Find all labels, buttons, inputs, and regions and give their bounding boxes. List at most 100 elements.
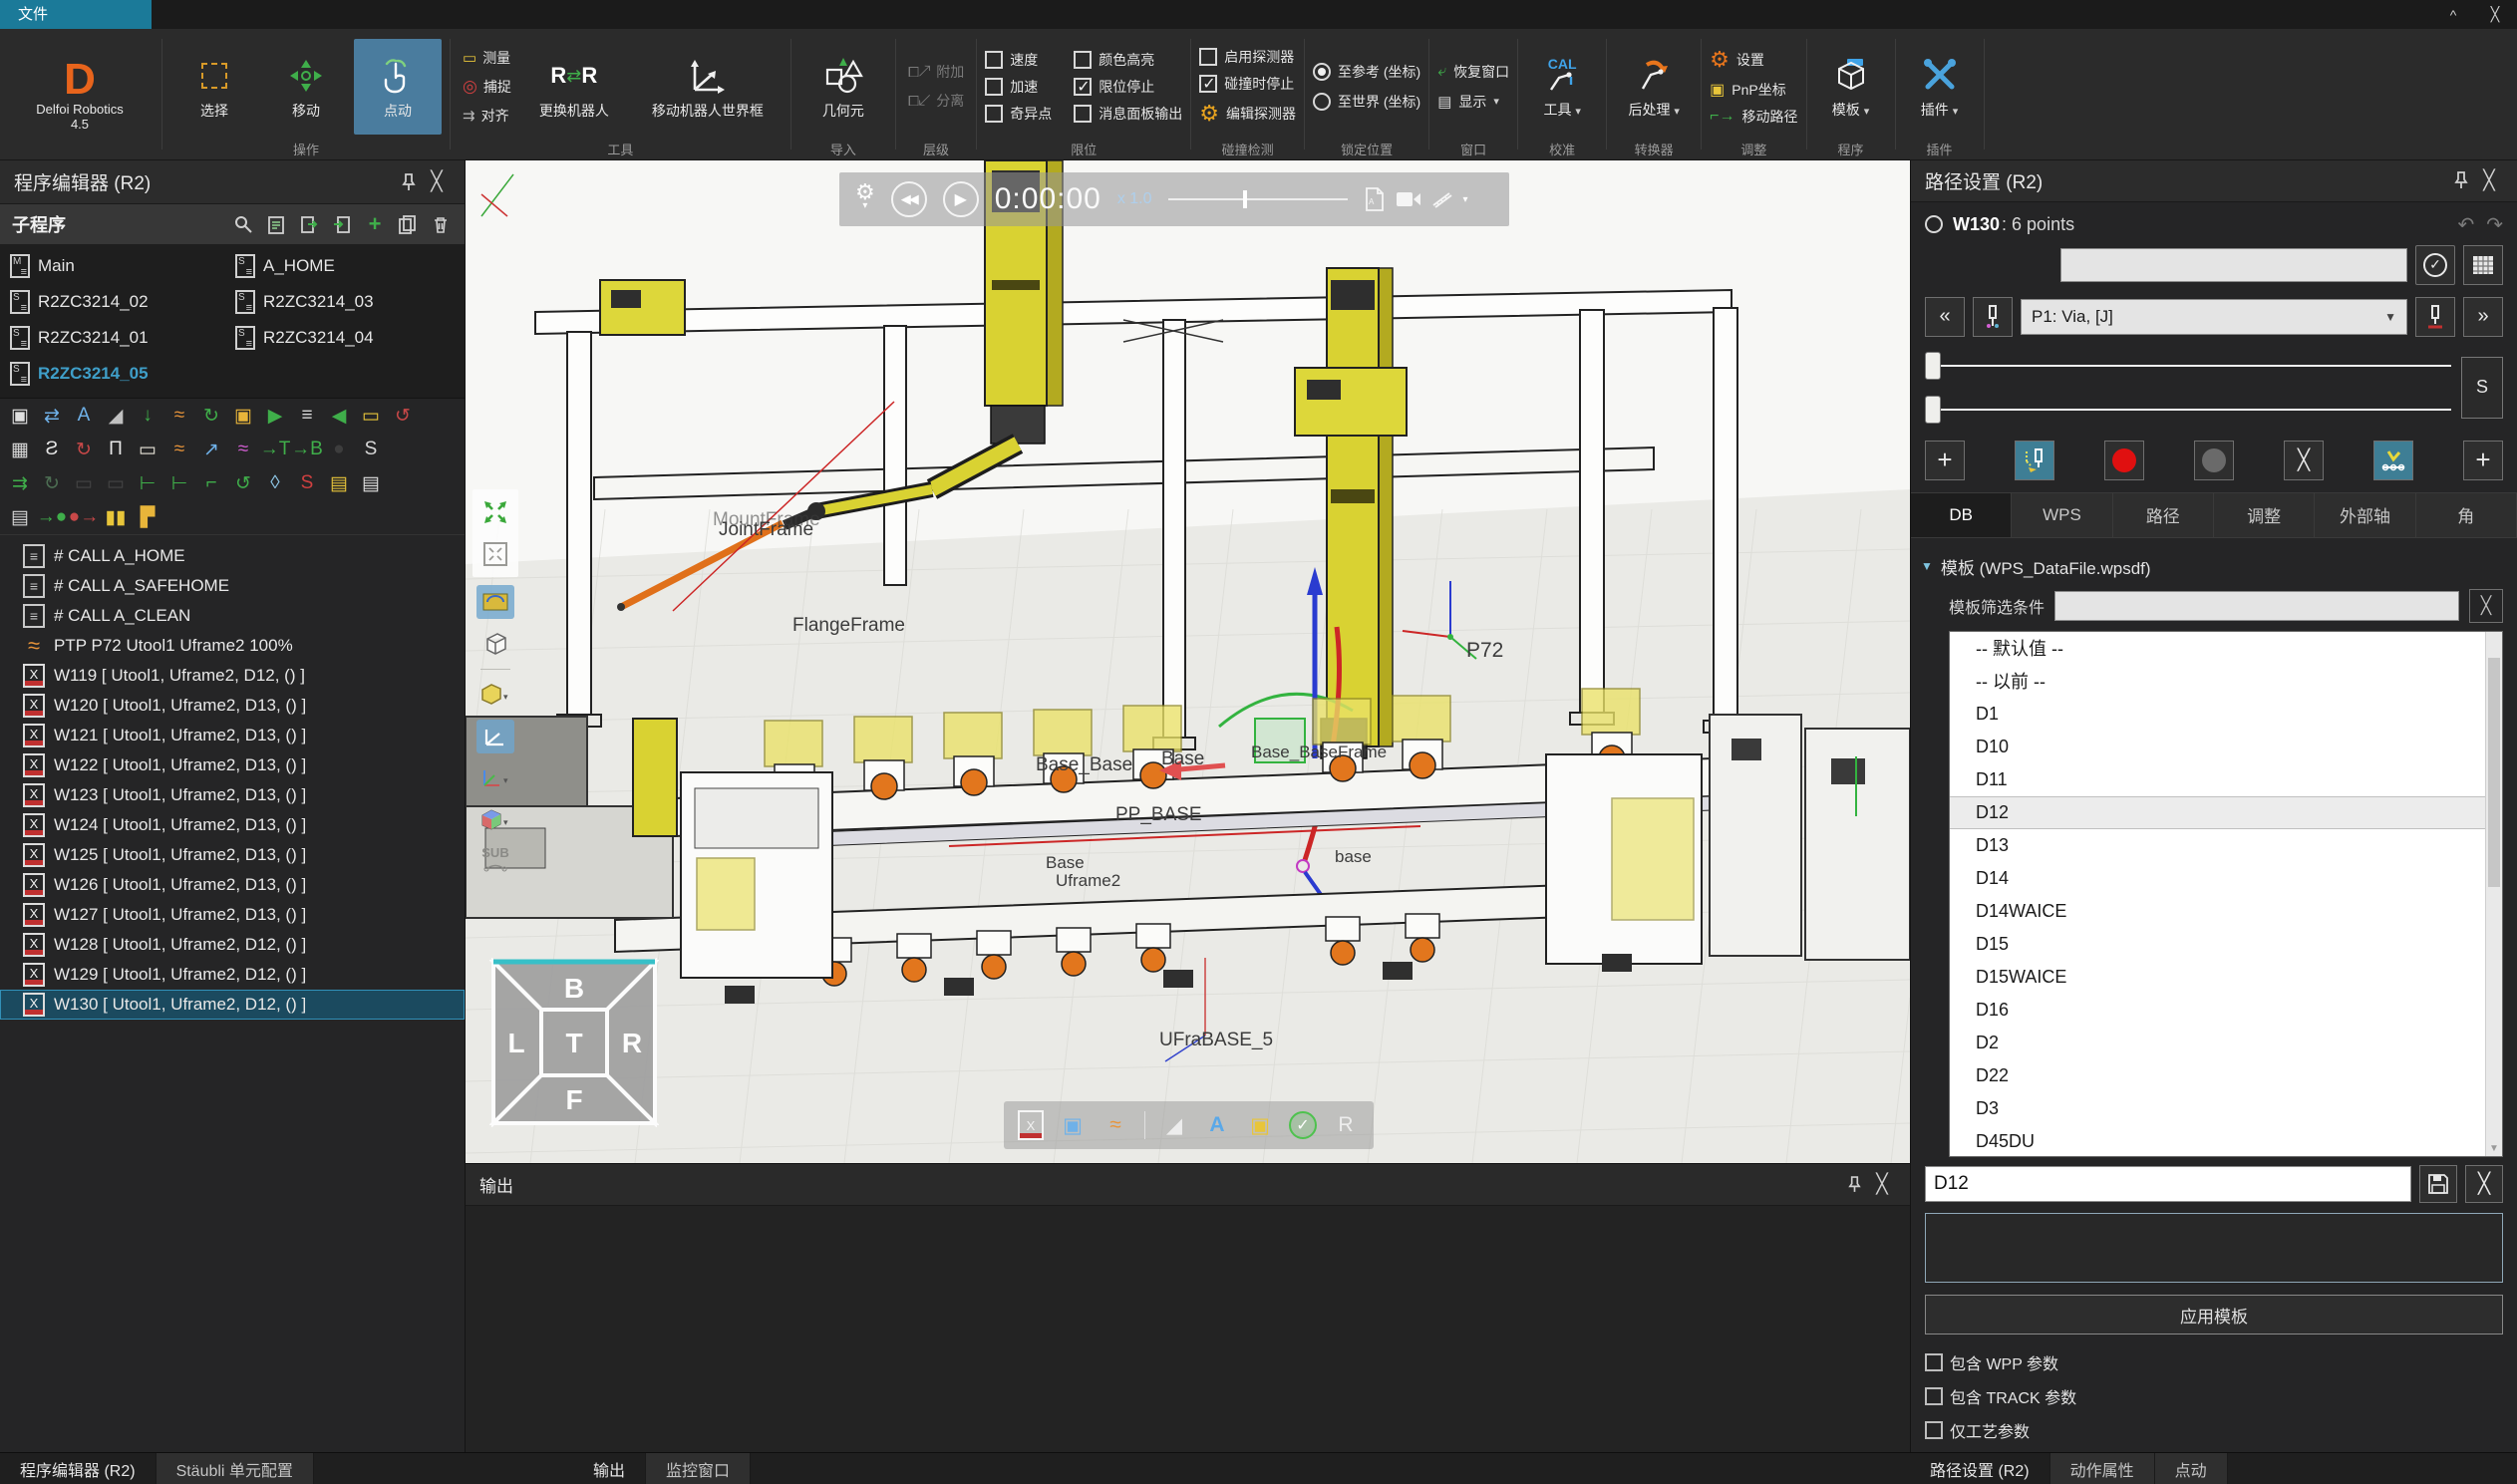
weld-gun-seam-button[interactable] xyxy=(2415,297,2455,337)
play-program-icon[interactable]: ▶ xyxy=(261,403,289,429)
verify-orientation-icon[interactable]: ↺ xyxy=(389,403,417,429)
ptp-move-icon[interactable]: ≈ xyxy=(229,437,257,462)
export-pdf-icon[interactable]: A xyxy=(1364,187,1386,211)
insert-path-icon[interactable]: ≈ xyxy=(165,403,193,429)
statement-w123[interactable]: W123 [ Utool1, Uframe2, D13, () ] xyxy=(0,780,465,810)
template-list-item[interactable]: D10 xyxy=(1950,731,2485,763)
section-collapse-icon[interactable]: ▼ xyxy=(1921,559,1933,573)
statement-w125[interactable]: W125 [ Utool1, Uframe2, D13, () ] xyxy=(0,840,465,870)
path-range-slider[interactable] xyxy=(1925,395,2451,425)
frames-tool[interactable]: ▣ xyxy=(1246,1110,1274,1140)
program-settings-icon[interactable]: ≡ xyxy=(293,403,321,429)
save-template-button[interactable] xyxy=(2419,1165,2457,1203)
linear-move-icon[interactable]: ↗ xyxy=(197,437,225,462)
find-statement-icon[interactable]: ▣ xyxy=(6,403,34,429)
pnp-coords-button[interactable]: ▣PnP坐标 xyxy=(1710,80,1797,100)
limit-message-output[interactable]: 消息面板输出 xyxy=(1074,104,1182,124)
statement-w128[interactable]: W128 [ Utool1, Uframe2, D12, () ] xyxy=(0,930,465,960)
collision-stop[interactable]: 碰撞时停止 xyxy=(1199,74,1296,94)
speed-slider[interactable] xyxy=(1168,189,1348,209)
template-list-item[interactable]: D14WAICE xyxy=(1950,895,2485,928)
template-list-item[interactable]: D14 xyxy=(1950,862,2485,895)
template-button[interactable]: 模板 ▾ xyxy=(1815,39,1887,135)
robot-config-tool[interactable]: R xyxy=(1332,1110,1360,1140)
path-radio[interactable] xyxy=(1925,215,1943,233)
touchup-point-button[interactable] xyxy=(2015,441,2054,480)
lock-to-world[interactable]: 至世界 (坐标) xyxy=(1313,92,1420,112)
statement-w126[interactable]: W126 [ Utool1, Uframe2, D13, () ] xyxy=(0,870,465,900)
pin-icon[interactable] xyxy=(2447,166,2475,194)
tab-adjust[interactable]: 调整 xyxy=(2214,493,2315,537)
axes-display-icon[interactable]: ▾ xyxy=(476,761,514,795)
tasklist-icon[interactable] xyxy=(264,212,288,236)
add-point-after-button[interactable]: + xyxy=(2463,441,2503,480)
loop-icon[interactable]: ↻ xyxy=(38,470,66,496)
statement-w127[interactable]: W127 [ Utool1, Uframe2, D13, () ] xyxy=(0,900,465,930)
option-process-only[interactable]: 仅工艺参数 xyxy=(1925,1418,2503,1442)
play-button[interactable]: ▶ xyxy=(943,181,979,217)
io-input-icon[interactable]: →● xyxy=(38,504,66,530)
refresh-icon[interactable]: ↺ xyxy=(229,470,257,496)
to-tool-icon[interactable]: →T xyxy=(261,437,289,462)
delete-point-button[interactable]: ╳ xyxy=(2284,441,2324,480)
template-list-item[interactable]: -- 默认值 -- xyxy=(1950,632,2485,665)
statement-w129[interactable]: W129 [ Utool1, Uframe2, D12, () ] xyxy=(0,960,465,990)
branch-out-icon[interactable]: ⊢ xyxy=(134,470,161,496)
scrollbar-down-icon[interactable]: ▼ xyxy=(2486,1143,2502,1154)
path-points-tool[interactable]: ≈ xyxy=(1101,1110,1129,1140)
template-list-item[interactable]: D12 xyxy=(1950,796,2485,829)
limits-curve-tool[interactable]: ◢ xyxy=(1160,1110,1188,1140)
measure-button[interactable]: ▭测量 xyxy=(459,45,515,70)
tab-angle[interactable]: 角 xyxy=(2416,493,2517,537)
window-move-icon[interactable]: ▭ xyxy=(102,470,130,496)
detach-button[interactable]: ⧠↙分离 xyxy=(904,89,968,114)
template-description-box[interactable] xyxy=(1925,1213,2503,1283)
template-list-item[interactable]: D22 xyxy=(1950,1059,2485,1092)
speed-slider-handle[interactable] xyxy=(1243,190,1247,208)
template-list-item[interactable]: D11 xyxy=(1950,763,2485,796)
template-list-item[interactable]: -- 以前 -- xyxy=(1950,665,2485,698)
subprogram-r2zc3214-05[interactable]: R2ZC3214_05 xyxy=(10,360,235,388)
rotate-joint-icon[interactable]: ↻ xyxy=(70,437,98,462)
jog-button[interactable]: 点动 xyxy=(354,39,442,135)
rewind-button[interactable]: ◀◀ xyxy=(891,181,927,217)
close-icon[interactable]: ╳ xyxy=(1868,1171,1896,1199)
statement-ptp-p72[interactable]: PTP P72 Utool1 Uframe2 100% xyxy=(0,631,465,661)
subprogram-r2zc3214-02[interactable]: R2ZC3214_02 xyxy=(10,288,235,316)
redo-icon[interactable]: ↷ xyxy=(2486,212,2503,237)
move-robot-world-frame-button[interactable]: 移动机器人世界框 xyxy=(633,39,783,135)
tab-db[interactable]: DB xyxy=(1911,493,2012,537)
insert-point-icon[interactable]: ↓ xyxy=(134,403,161,429)
statement-w121[interactable]: W121 [ Utool1, Uframe2, D13, () ] xyxy=(0,721,465,750)
transform-frame-icon[interactable]: ▣ xyxy=(229,403,257,429)
slider-handle[interactable] xyxy=(1925,396,1941,424)
rename-label-icon[interactable]: A xyxy=(70,403,98,429)
scrollbar-thumb[interactable] xyxy=(2488,658,2500,887)
slider-s-button[interactable]: S xyxy=(2461,357,2503,419)
export-geometry-icon[interactable]: ▛ xyxy=(134,504,161,530)
color-cube-icon[interactable]: ▾ xyxy=(476,803,514,837)
template-list-scrollbar[interactable]: ▼ xyxy=(2485,632,2502,1156)
template-list-item[interactable]: D15 xyxy=(1950,928,2485,961)
statement-call-a-clean[interactable]: # CALL A_CLEAN xyxy=(0,601,465,631)
copy-icon[interactable] xyxy=(396,212,420,236)
weld-gun-touch-button[interactable] xyxy=(1973,297,2013,337)
section-plane-icon[interactable] xyxy=(476,585,514,619)
weld-display-tool[interactable]: X xyxy=(1018,1110,1044,1140)
move-button[interactable]: 移动 xyxy=(262,39,350,135)
delete-icon[interactable] xyxy=(429,212,453,236)
view-cube[interactable]: B L T R F xyxy=(489,958,659,1127)
sub-points-icon[interactable]: SUB xyxy=(481,845,508,875)
statement-w130[interactable]: W130 [ Utool1, Uframe2, D12, () ] xyxy=(0,990,465,1020)
frame-display-icon[interactable] xyxy=(476,720,514,753)
to-base-icon[interactable]: →B xyxy=(293,437,321,462)
film-strip-icon[interactable] xyxy=(1431,189,1453,209)
point-name-input[interactable] xyxy=(2060,248,2407,282)
statement-call-a-home[interactable]: # CALL A_HOME xyxy=(0,541,465,571)
geometry-button[interactable]: 几何元 xyxy=(799,39,887,135)
template-list-item[interactable]: D2 xyxy=(1950,1027,2485,1059)
point-dropdown[interactable]: P1: Via, [J]▼ xyxy=(2021,299,2407,335)
statusbar-tab-program-editor[interactable]: 程序编辑器 (R2) xyxy=(0,1453,157,1484)
show-dropdown-button[interactable]: ▤显示▾ xyxy=(1437,92,1509,112)
template-name-input[interactable] xyxy=(1925,1166,2411,1202)
